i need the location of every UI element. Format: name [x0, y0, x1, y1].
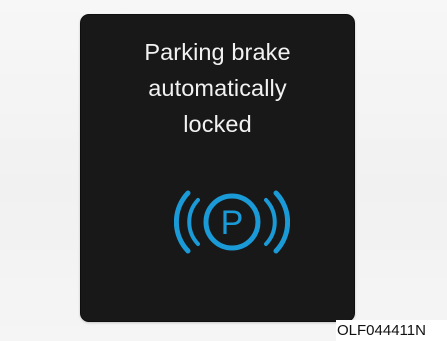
warning-message-line-3: locked: [183, 111, 252, 137]
warning-message-line-2: automatically: [148, 75, 287, 101]
parking-brake-icon: P: [174, 185, 290, 259]
left-outer-arc: [174, 190, 191, 254]
warning-message-line-1: Parking brake: [144, 39, 291, 65]
cluster-display-panel: Parking brake automatically locked P: [81, 15, 354, 321]
image-reference-code: OLF044411N: [336, 320, 447, 341]
indicator-letter: P: [221, 204, 244, 242]
right-inner-arc: [264, 198, 277, 246]
warning-message: Parking brake automatically locked: [81, 34, 354, 142]
right-outer-arc: [273, 190, 290, 254]
left-inner-arc: [187, 198, 200, 246]
